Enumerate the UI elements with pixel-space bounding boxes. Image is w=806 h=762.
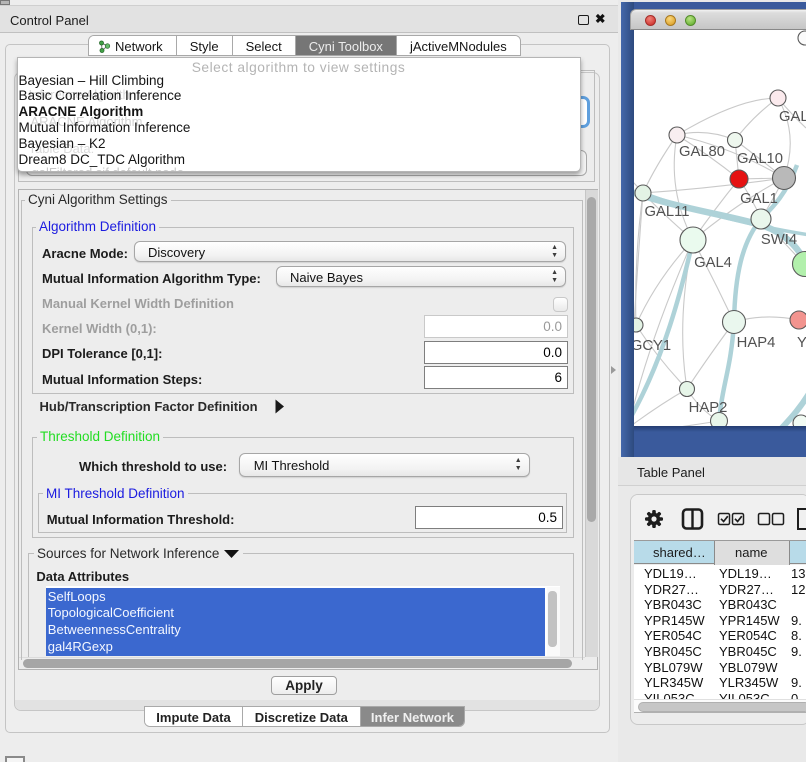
svg-text:SWI4: SWI4 [761, 232, 797, 248]
svg-text:HAP2: HAP2 [689, 400, 728, 416]
svg-text:GAL7: GAL7 [779, 109, 806, 125]
svg-text:HAP4: HAP4 [737, 335, 776, 351]
svg-text:Y: Y [797, 335, 806, 351]
svg-text:GAL11: GAL11 [645, 204, 690, 220]
svg-text:GAL80: GAL80 [679, 144, 725, 160]
svg-text:GAL1: GAL1 [740, 191, 778, 207]
svg-text:GAL10: GAL10 [737, 151, 783, 167]
svg-text:GAL4: GAL4 [694, 255, 732, 271]
svg-text:GCY1: GCY1 [634, 338, 671, 354]
